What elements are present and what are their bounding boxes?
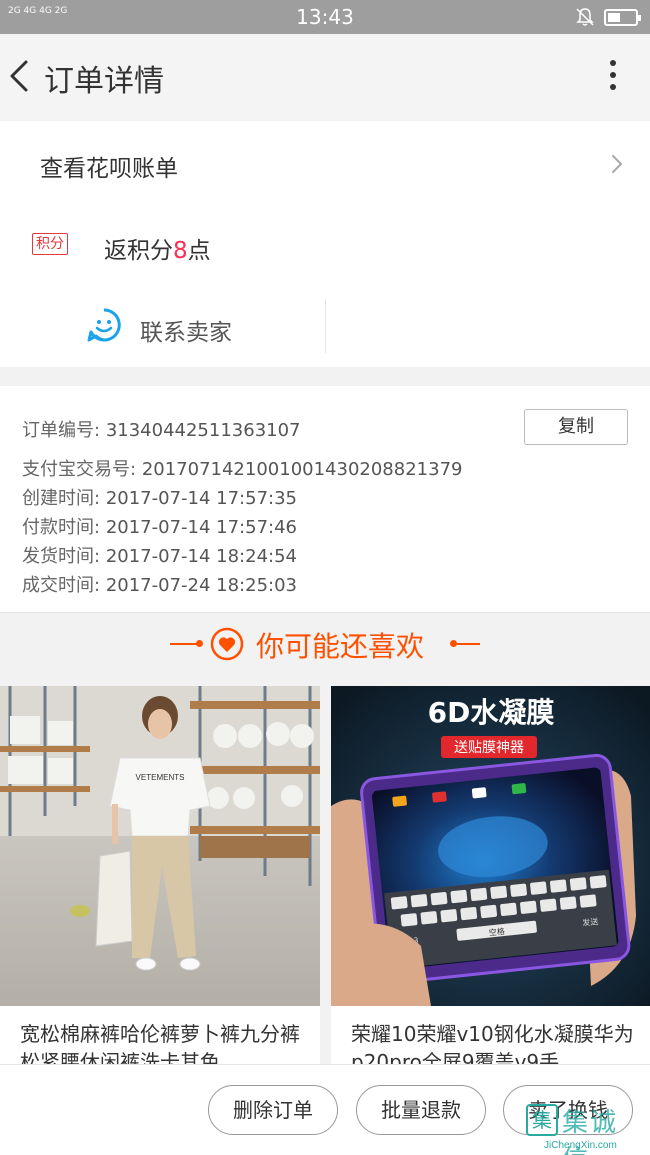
huabei-bill-label: 查看花呗账单 xyxy=(40,156,178,182)
order-number: 31340442511363107 xyxy=(105,420,301,441)
recommend-header: 你可能还喜欢 xyxy=(0,612,650,674)
copy-button[interactable]: 复制 xyxy=(524,409,628,445)
shirt-print: VETEMENTS xyxy=(136,773,185,782)
points-badge: 积分 xyxy=(32,233,68,255)
batch-refund-button[interactable]: 批量退款 xyxy=(356,1085,486,1135)
alipay-trade-line: 支付宝交易号: 2017071421001001430208821379 xyxy=(22,459,463,480)
heart-icon xyxy=(210,627,244,661)
status-time: 13:43 xyxy=(296,5,354,29)
bell-muted-icon xyxy=(576,8,594,26)
product-title: 荣耀10荣耀v10钢化水凝膜华为p20pro全屏9覆盖v9手 xyxy=(351,1022,634,1066)
chevron-right-icon xyxy=(612,155,622,173)
order-info-panel: 订单编号: 31340442511363107 复制 支付宝交易号: 20170… xyxy=(0,386,650,612)
keyboard-space-key: 空格 xyxy=(488,926,505,938)
created-time: 2017-07-14 17:57:35 xyxy=(105,488,297,509)
chat-smiley-icon xyxy=(87,308,121,342)
page-title: 订单详情 xyxy=(44,64,164,99)
banner-subtitle: 送贴膜神器 xyxy=(454,740,524,756)
order-number-line: 订单编号: 31340442511363107 xyxy=(22,420,301,441)
created-time-line: 创建时间: 2017-07-14 17:57:35 xyxy=(22,488,297,509)
product-title: 宽松棉麻裤哈伦裤萝卜裤九分裤松紧腰休闲裤洗卡其色 xyxy=(20,1022,300,1066)
points-row: 积分 返积分8点 xyxy=(0,203,650,285)
closed-time: 2017-07-24 18:25:03 xyxy=(105,575,297,596)
recommend-title: 你可能还喜欢 xyxy=(256,630,425,663)
divider-dot xyxy=(196,640,203,647)
points-text: 返积分8点 xyxy=(104,238,211,264)
huabei-bill-row[interactable]: 查看花呗账单 xyxy=(0,121,650,203)
more-options-icon[interactable] xyxy=(608,60,618,94)
divider xyxy=(170,643,198,645)
banner-title: 6D水凝膜 xyxy=(428,696,555,729)
paid-time-line: 付款时间: 2017-07-14 17:57:46 xyxy=(22,517,297,538)
product-image-pants: VETEMENTS xyxy=(0,686,320,1006)
contact-seller-button[interactable]: 联系卖家 xyxy=(0,285,650,367)
delete-order-button[interactable]: 删除订单 xyxy=(208,1085,338,1135)
order-actions-panel: 查看花呗账单 积分 返积分8点 联系卖家 xyxy=(0,121,650,367)
closed-time-line: 成交时间: 2017-07-24 18:25:03 xyxy=(22,575,297,596)
shipped-time: 2017-07-14 18:24:54 xyxy=(105,546,297,567)
watermark-url: JiChengXin.com xyxy=(544,1140,617,1151)
divider xyxy=(452,643,480,645)
keyboard-send-key: 发送 xyxy=(582,916,599,928)
points-value: 8 xyxy=(173,238,188,264)
product-grid: VETEMENTS 宽松棉麻裤哈伦裤萝卜裤九分裤松紧腰休闲裤洗卡其色 6D水凝膜… xyxy=(0,686,650,1066)
paid-time: 2017-07-14 17:57:46 xyxy=(105,517,297,538)
product-card[interactable]: 6D水凝膜 送贴膜神器 空格 发送 荣耀10荣耀v10钢化水凝膜华为p20pro… xyxy=(331,686,650,1066)
watermark-logo: 集 xyxy=(526,1104,558,1136)
alipay-trade-number: 2017071421001001430208821379 xyxy=(141,459,463,480)
watermark: 集 集诚信 JiChengXin.com xyxy=(526,1102,644,1155)
divider xyxy=(325,299,326,353)
product-card[interactable]: VETEMENTS 宽松棉麻裤哈伦裤萝卜裤九分裤松紧腰休闲裤洗卡其色 xyxy=(0,686,320,1066)
shipped-time-line: 发货时间: 2017-07-14 18:24:54 xyxy=(22,546,297,567)
battery-icon xyxy=(604,9,641,26)
status-bar: 2G 4G 4G 2G 13:43 xyxy=(0,0,650,34)
contact-seller-label: 联系卖家 xyxy=(140,320,232,346)
product-image-screen-protector: 6D水凝膜 送贴膜神器 空格 发送 xyxy=(331,686,650,1006)
back-arrow-icon[interactable] xyxy=(6,56,36,96)
nav-bar: 订单详情 xyxy=(0,34,650,120)
